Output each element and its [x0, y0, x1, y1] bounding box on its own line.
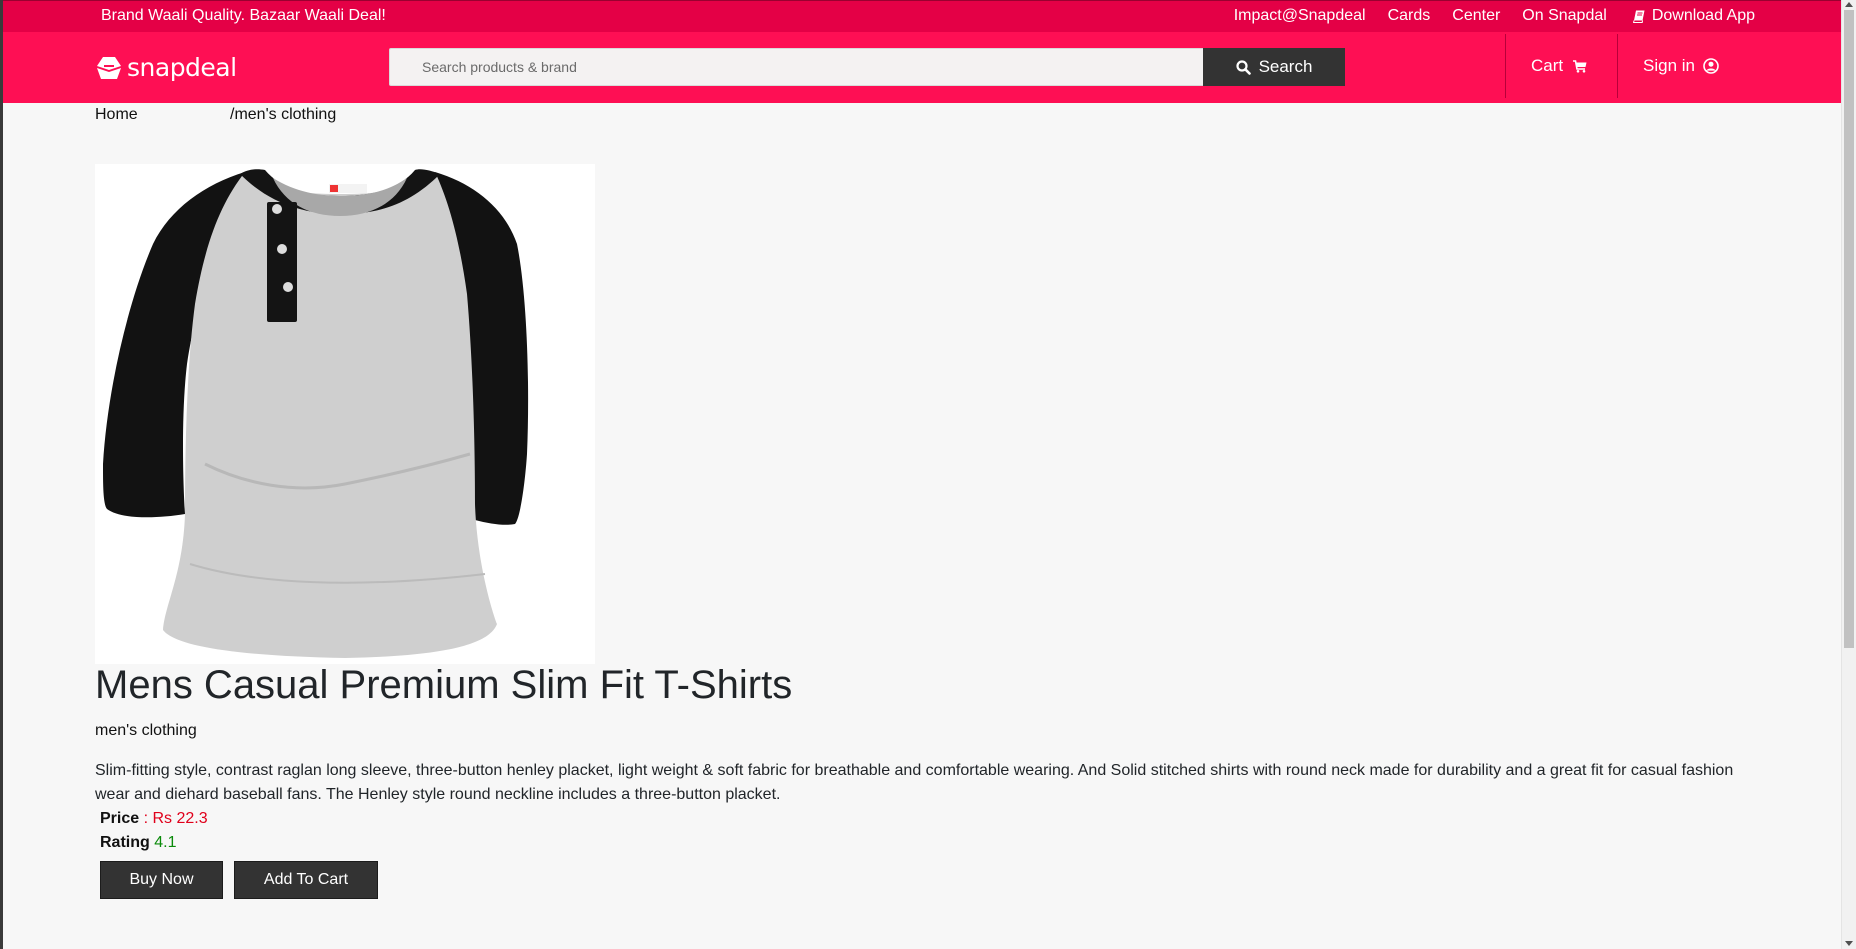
breadcrumb-home[interactable]: Home [95, 106, 138, 124]
product-category: men's clothing [95, 722, 197, 739]
main-navbar: snapdeal Search Cart Sign in [3, 32, 1841, 103]
top-links: Impact@Snapdeal Cards Center On Snapdal … [1234, 7, 1755, 25]
tagline: Brand Waali Quality. Bazaar Waali Deal! [101, 7, 386, 24]
nav-divider [1505, 34, 1506, 98]
top-link-cards[interactable]: Cards [1388, 7, 1431, 25]
rating-label: Rating [100, 834, 150, 851]
price-row: Price : Rs 22.3 [100, 810, 208, 828]
tshirt-image [103, 169, 529, 658]
user-circle-icon [1703, 58, 1719, 74]
price-label: Price [100, 810, 140, 827]
product-description: Slim-fitting style, contrast raglan long… [95, 762, 1734, 803]
cart-label: Cart [1531, 56, 1564, 75]
add-to-cart-button[interactable]: Add To Cart [234, 861, 378, 899]
cart-icon [1573, 59, 1587, 73]
scroll-down-arrow-icon[interactable] [1845, 941, 1853, 946]
search-button-label: Search [1258, 57, 1313, 76]
price-value: : Rs 22.3 [143, 810, 208, 827]
top-link-impact[interactable]: Impact@Snapdeal [1234, 7, 1366, 25]
snapdeal-logo[interactable]: snapdeal [95, 53, 237, 82]
scroll-up-arrow-icon[interactable] [1845, 2, 1853, 7]
search-input[interactable] [389, 48, 1204, 86]
cart-link[interactable]: Cart [1531, 56, 1587, 76]
vertical-scrollbar[interactable] [1841, 0, 1856, 949]
buy-now-button[interactable]: Buy Now [100, 861, 223, 899]
product-image [95, 164, 595, 664]
download-app-link[interactable]: Download App [1632, 7, 1755, 25]
top-promo-bar: Brand Waali Quality. Bazaar Waali Deal! … [3, 0, 1841, 32]
rating-row: Rating 4.1 [100, 834, 176, 852]
product-title: Mens Casual Premium Slim Fit T-Shirts [95, 663, 793, 707]
sign-in-link[interactable]: Sign in [1643, 56, 1719, 76]
sign-in-label: Sign in [1643, 56, 1695, 75]
top-link-center[interactable]: Center [1452, 7, 1500, 25]
top-link-on-snapdeal[interactable]: On Snapdal [1522, 7, 1607, 25]
window-left-edge [0, 0, 3, 949]
rating-value: 4.1 [154, 834, 177, 851]
nav-divider [1617, 34, 1618, 98]
search-icon [1235, 59, 1251, 75]
search-button[interactable]: Search [1203, 48, 1345, 86]
logo-text: snapdeal [127, 53, 237, 82]
snapdeal-logo-icon [97, 56, 121, 79]
scrollbar-thumb[interactable] [1844, 10, 1854, 648]
book-icon [1632, 10, 1645, 23]
download-app-label: Download App [1651, 7, 1755, 24]
breadcrumb-category: /men's clothing [230, 106, 337, 123]
